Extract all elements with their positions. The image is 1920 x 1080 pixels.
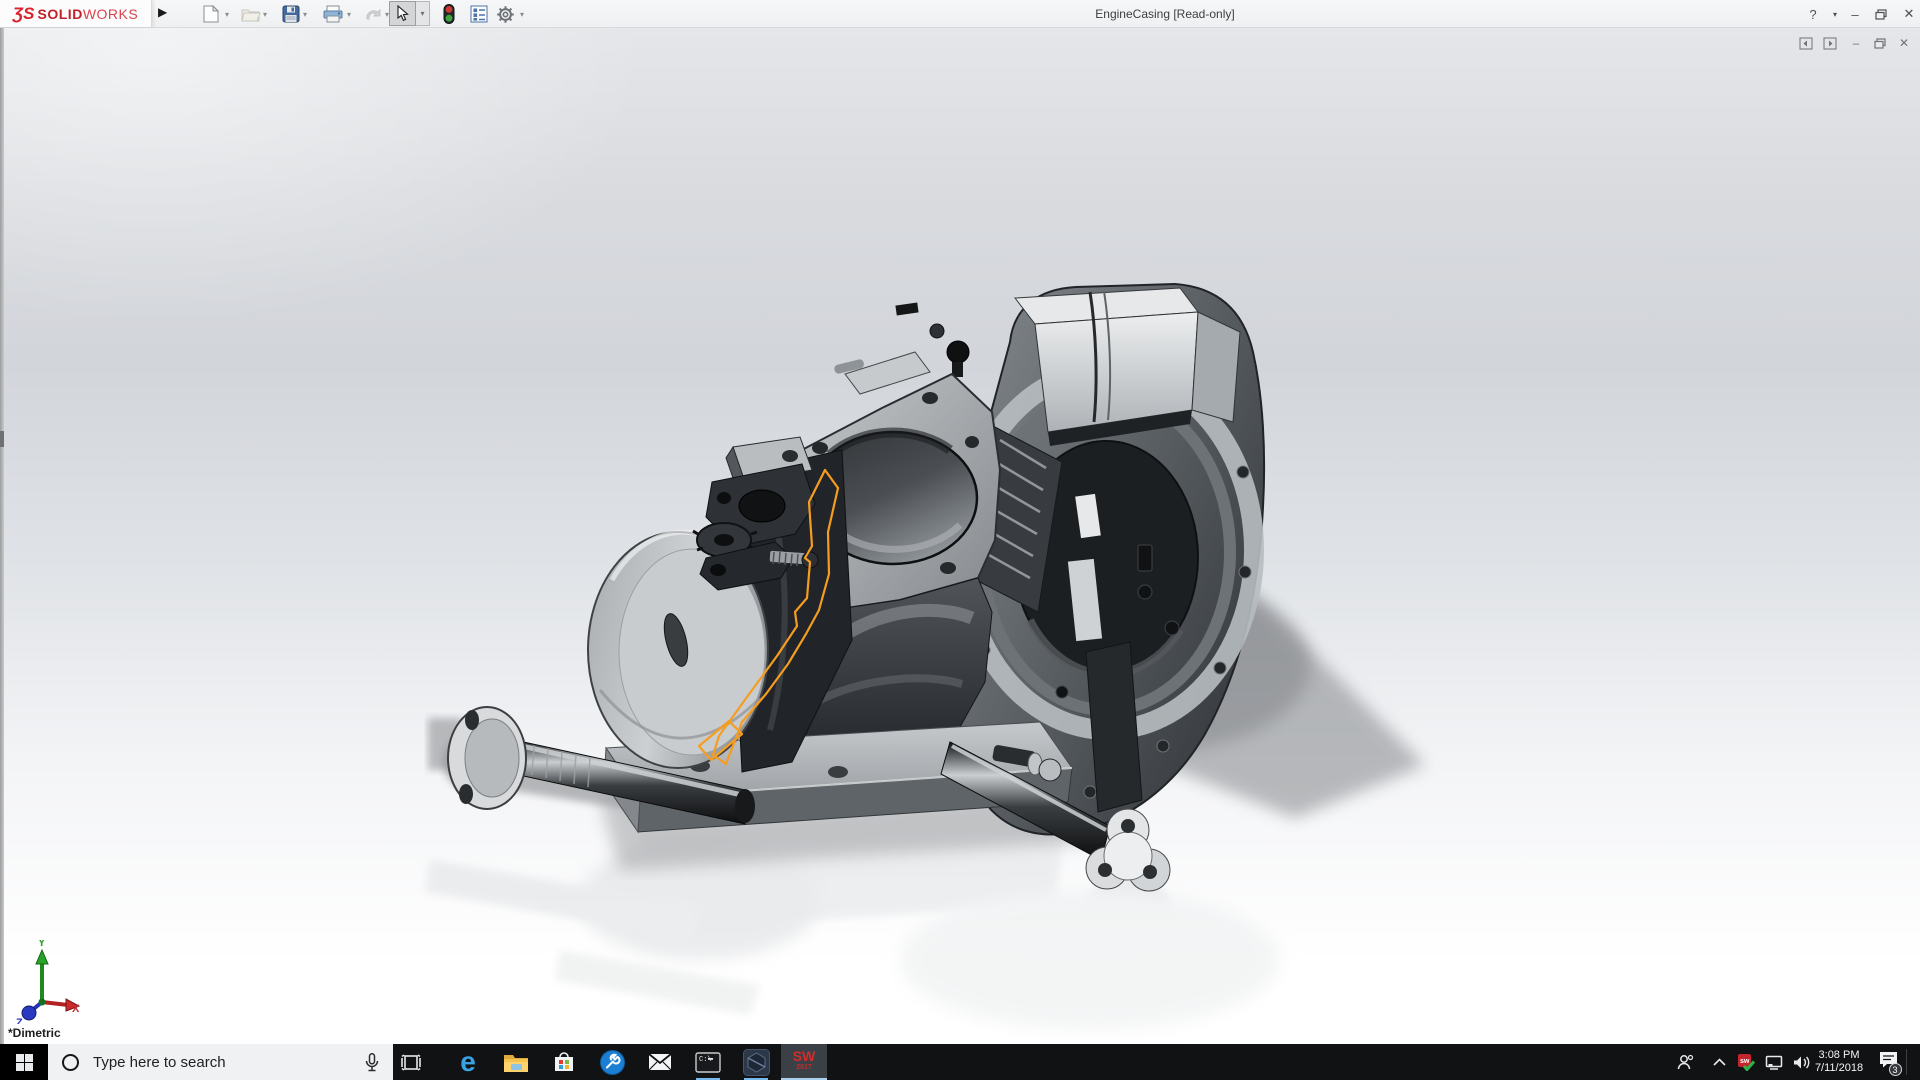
traffic-light-icon (443, 4, 455, 24)
open-folder-icon (241, 9, 261, 22)
save-dropdown[interactable]: ▾ (303, 10, 311, 19)
cortana-icon (62, 1053, 79, 1071)
save-floppy-icon (282, 5, 300, 23)
taskbar-cad-app[interactable] (733, 1044, 779, 1080)
solidworks-monitor-icon: sw (1738, 1054, 1755, 1071)
save-button[interactable] (280, 3, 302, 25)
notification-count-badge: 3 (1888, 1063, 1902, 1076)
options-dropdown[interactable]: ▾ (520, 10, 528, 19)
new-document-button[interactable] (200, 3, 222, 25)
undo-button[interactable] (362, 3, 384, 25)
taskbar-solidworks[interactable]: SW 2017 (781, 1044, 827, 1080)
restore-button[interactable] (1868, 0, 1894, 28)
command-prompt-icon: C:\ (695, 1051, 721, 1073)
tray-overflow-button[interactable] (1706, 1044, 1732, 1080)
new-document-dropdown[interactable]: ▾ (225, 10, 233, 19)
show-desktop-button[interactable] (1907, 1044, 1920, 1080)
tray-network-button[interactable] (1760, 1044, 1788, 1080)
mail-icon (648, 1053, 672, 1071)
open-button[interactable] (240, 3, 262, 25)
taskbar-tool-app[interactable] (589, 1044, 635, 1080)
triad-z-label: Z (16, 1017, 23, 1024)
view-orientation-label: *Dimetric (8, 1026, 61, 1040)
store-icon (555, 1052, 573, 1071)
options-gear-icon (496, 5, 514, 23)
print-dropdown[interactable]: ▾ (347, 10, 355, 19)
logo-text-works: WORKS (82, 5, 139, 22)
triad-y-label: Y (38, 940, 46, 949)
cmd-prompt-text: C:\ (699, 1056, 712, 1064)
taskbar-mail[interactable] (637, 1044, 683, 1080)
search-placeholder-text: Type here to search (93, 1053, 226, 1071)
evaluate-list-icon (470, 5, 488, 23)
taskbar-file-explorer[interactable] (493, 1044, 539, 1080)
chevron-up-icon (1712, 1058, 1726, 1066)
solidworks-logo: ƷS SOLID WORKS (0, 0, 152, 27)
people-icon (1677, 1054, 1693, 1069)
new-document-icon (203, 5, 219, 23)
taskbar-store[interactable] (541, 1044, 587, 1080)
minimize-button[interactable]: – (1842, 0, 1868, 28)
select-cursor-icon (396, 5, 409, 22)
edge-icon: e (460, 1046, 476, 1077)
tray-people-button[interactable] (1670, 1044, 1700, 1080)
rebuild-button[interactable] (438, 3, 460, 25)
logo-text-solid: SOLID (37, 5, 83, 22)
file-explorer-icon (504, 1054, 528, 1072)
clock-time: 3:08 PM (1818, 1049, 1860, 1061)
engine-casing-model[interactable] (0, 28, 1920, 1044)
microphone-icon[interactable] (365, 1053, 379, 1072)
undo-icon (366, 8, 381, 20)
graphics-viewport[interactable]: – ✕ Y X Z *Dimetric (0, 28, 1920, 1044)
clock-date: 7/11/2018 (1814, 1062, 1864, 1074)
tray-solidworks-monitor[interactable]: sw (1732, 1044, 1760, 1080)
task-view-button[interactable] (388, 1044, 434, 1080)
cad-app-icon (742, 1048, 770, 1076)
document-title: EngineCasing [Read-only] (1095, 7, 1235, 21)
menu-flyout-arrow[interactable]: ▶ (158, 5, 167, 19)
open-dropdown[interactable]: ▾ (263, 10, 271, 19)
evaluate-button[interactable] (468, 3, 490, 25)
taskbar: Type here to search e C:\ SW 2017 sw 3:0… (0, 1044, 1920, 1080)
ds-logo-icon: ƷS (12, 3, 35, 23)
wrench-circle-icon (599, 1049, 625, 1075)
print-button[interactable] (322, 3, 344, 25)
triad-x-label: X (72, 1003, 80, 1015)
start-button[interactable] (0, 1044, 48, 1080)
options-button[interactable] (494, 3, 516, 25)
taskbar-edge[interactable]: e (445, 1044, 491, 1080)
network-icon (1765, 1055, 1783, 1070)
close-button[interactable]: ✕ (1896, 0, 1920, 28)
restore-icon (1875, 8, 1887, 20)
select-tool-button[interactable] (389, 1, 416, 26)
tray-clock[interactable]: 3:08 PM 7/11/2018 (1808, 1044, 1870, 1080)
task-view-icon (401, 1053, 421, 1071)
orientation-triad[interactable]: Y X Z (6, 940, 84, 1024)
select-tool-dropdown[interactable]: ▾ (416, 1, 430, 26)
solidworks-tile-year: 2017 (796, 1064, 812, 1071)
windows-logo-icon (15, 1053, 33, 1071)
taskbar-command-prompt[interactable]: C:\ (685, 1044, 731, 1080)
action-center-button[interactable]: 3 (1872, 1044, 1904, 1080)
print-icon (323, 5, 343, 23)
svg-text:sw: sw (1740, 1058, 1750, 1065)
taskbar-search-input[interactable]: Type here to search (48, 1044, 393, 1080)
title-bar: ƷS SOLID WORKS ▶ ▾ ▾ ▾ ▾ ▾ ▾ ▾ EngineCas… (0, 0, 1920, 28)
